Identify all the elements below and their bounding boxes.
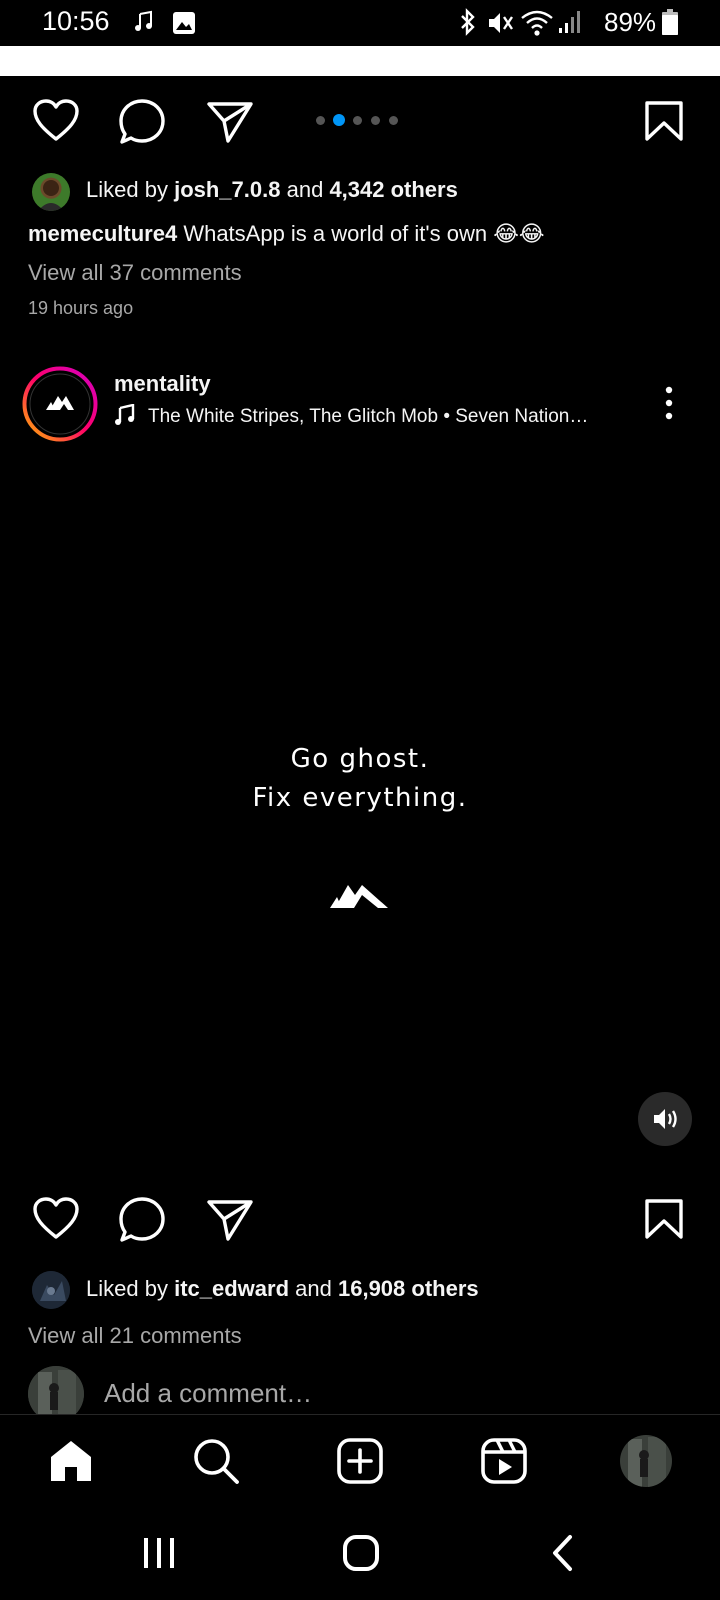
liker-avatar[interactable] (32, 1271, 70, 1309)
save-button[interactable] (644, 100, 684, 142)
profile-tab-avatar[interactable] (620, 1435, 672, 1487)
recent-apps-button[interactable] (142, 1536, 176, 1570)
story-ring-avatar[interactable] (22, 366, 98, 442)
add-comment-input[interactable]: Add a comment… (104, 1378, 312, 1409)
carousel-indicator (316, 114, 406, 126)
share-button[interactable] (206, 100, 254, 144)
mentality-logo (330, 876, 390, 916)
status-bar: 10:56 89% (0, 0, 720, 46)
search-tab-icon[interactable] (192, 1437, 240, 1485)
likes-others-link[interactable]: 4,342 others (329, 177, 457, 202)
likes-summary[interactable]: Liked by itc_edward and 16,908 others (86, 1276, 479, 1302)
video-caption-line1: Go ghost. (290, 744, 430, 774)
likes-user-link[interactable]: josh_7.0.8 (174, 177, 280, 202)
carousel-dot (371, 116, 380, 125)
home-tab-icon[interactable] (48, 1439, 94, 1483)
liker-avatar[interactable] (32, 173, 70, 211)
home-button[interactable] (342, 1534, 380, 1572)
likes-others-link[interactable]: 16,908 others (338, 1276, 479, 1301)
likes-connector: and (295, 1276, 332, 1301)
caption-username[interactable]: memeculture4 (28, 221, 177, 246)
signal-icon (558, 10, 584, 34)
image-icon (172, 11, 196, 35)
wifi-icon (520, 9, 554, 37)
carousel-dot-active (333, 114, 345, 126)
back-button[interactable] (550, 1534, 574, 1572)
comment-button[interactable] (118, 98, 166, 146)
likes-user-link[interactable]: itc_edward (174, 1276, 289, 1301)
system-navigation-bar (0, 1500, 720, 1600)
video-caption-line2: Fix everything. (252, 783, 468, 813)
likes-prefix: Liked by (86, 1276, 168, 1301)
post-caption: memeculture4 WhatsApp is a world of it's… (28, 221, 545, 247)
like-button[interactable] (32, 98, 80, 142)
comment-button[interactable] (118, 1196, 166, 1244)
likes-prefix: Liked by (86, 177, 168, 202)
save-button[interactable] (644, 1198, 684, 1240)
status-time: 10:56 (42, 6, 110, 36)
carousel-dot (353, 116, 362, 125)
carousel-dot (316, 116, 325, 125)
likes-summary[interactable]: Liked by josh_7.0.8 and 4,342 others (86, 177, 458, 203)
more-options-icon[interactable] (664, 386, 674, 420)
share-button[interactable] (206, 1198, 254, 1242)
create-tab-icon[interactable] (336, 1437, 384, 1485)
post-username[interactable]: mentality (114, 371, 211, 397)
reels-tab-icon[interactable] (480, 1437, 528, 1485)
audio-track-link[interactable]: The White Stripes, The Glitch Mob • Seve… (148, 406, 588, 428)
bluetooth-icon (458, 8, 478, 36)
carousel-dot (389, 116, 398, 125)
post-timestamp: 19 hours ago (28, 298, 134, 318)
audio-note-icon (114, 404, 136, 426)
audio-toggle-button[interactable] (638, 1092, 692, 1146)
caption-text: WhatsApp is a world of it's own 😂😂 (183, 221, 545, 246)
mute-icon (486, 9, 514, 37)
like-button[interactable] (32, 1196, 80, 1240)
battery-icon (662, 9, 678, 35)
music-note-icon (134, 10, 154, 34)
battery-percentage: 89% (604, 7, 657, 37)
view-all-comments-link[interactable]: View all 37 comments (28, 260, 242, 286)
previous-post-media-edge (0, 46, 720, 76)
likes-connector: and (286, 177, 324, 202)
view-all-comments-link[interactable]: View all 21 comments (28, 1323, 242, 1349)
